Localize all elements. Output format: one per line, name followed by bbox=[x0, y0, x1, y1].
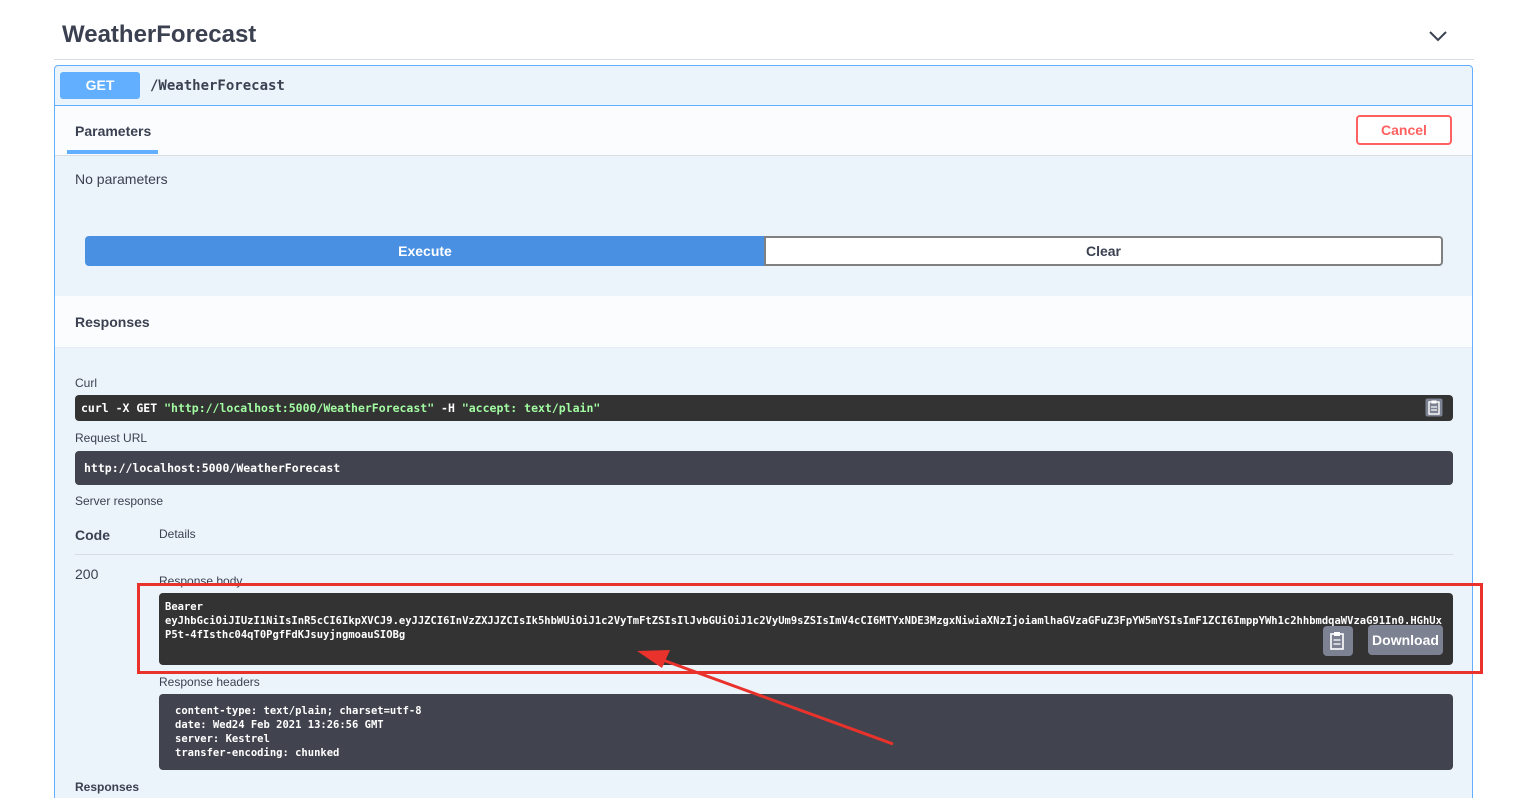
request-url-label: Request URL bbox=[75, 431, 148, 445]
section-title: WeatherForecast bbox=[62, 21, 257, 48]
download-button[interactable]: Download bbox=[1368, 625, 1443, 655]
curl-header: "accept: text/plain" bbox=[461, 401, 601, 415]
response-body-label: Response body bbox=[159, 574, 243, 588]
no-parameters-text: No parameters bbox=[75, 171, 168, 187]
response-headers: content-type: text/plain; charset=utf-8 … bbox=[159, 694, 1453, 770]
method-badge: GET bbox=[60, 72, 140, 99]
copy-icon bbox=[1330, 632, 1344, 650]
server-response-label: Server response bbox=[75, 494, 164, 508]
details-header: Details bbox=[159, 527, 196, 541]
code-header: Code bbox=[75, 527, 110, 543]
response-body-token: eyJhbGciOiJIUzI1NiIsInR5cCI6IkpXVCJ9.eyJ… bbox=[165, 615, 1442, 641]
responses-bar: Responses bbox=[55, 296, 1472, 348]
copy-icon[interactable] bbox=[1425, 398, 1443, 417]
curl-command[interactable]: curl -X GET "http://localhost:5000/Weath… bbox=[75, 395, 1453, 421]
response-header-line: transfer-encoding: chunked bbox=[175, 747, 340, 759]
execute-button[interactable]: Execute bbox=[85, 236, 765, 266]
tab-parameters[interactable]: Parameters bbox=[75, 123, 151, 139]
operation-block: GET /WeatherForecast Parameters Cancel N… bbox=[54, 65, 1473, 798]
operation-summary[interactable]: GET /WeatherForecast bbox=[55, 66, 1472, 106]
parameters-bar: Parameters Cancel bbox=[55, 106, 1472, 156]
section-header[interactable]: WeatherForecast bbox=[54, 14, 1474, 60]
chevron-down-icon[interactable] bbox=[1426, 24, 1450, 48]
curl-url: "http://localhost:5000/WeatherForecast" bbox=[164, 401, 435, 415]
response-header-line: date: Wed24 Feb 2021 13:26:56 GMT bbox=[175, 719, 384, 731]
cancel-button[interactable]: Cancel bbox=[1356, 115, 1452, 145]
curl-flag: -H bbox=[434, 401, 462, 415]
copy-response-button[interactable] bbox=[1323, 626, 1353, 656]
response-headers-label: Response headers bbox=[159, 675, 260, 689]
response-header-line: server: Kestrel bbox=[175, 733, 270, 745]
response-body-line: Bearer bbox=[165, 601, 203, 613]
divider bbox=[75, 554, 1453, 555]
responses-title: Responses bbox=[75, 314, 150, 330]
clear-button[interactable]: Clear bbox=[764, 236, 1443, 266]
request-url: http://localhost:5000/WeatherForecast bbox=[75, 451, 1453, 485]
operation-path: /WeatherForecast bbox=[150, 78, 285, 94]
responses-section-label: Responses bbox=[75, 780, 140, 794]
curl-cmd-prefix: curl -X GET bbox=[81, 401, 165, 415]
response-body: Bearer eyJhbGciOiJIUzI1NiIsInR5cCI6IkpXV… bbox=[159, 593, 1453, 665]
response-header-line: content-type: text/plain; charset=utf-8 bbox=[175, 705, 422, 717]
response-code: 200 bbox=[75, 566, 99, 582]
execute-wrapper: Execute Clear bbox=[85, 236, 1443, 266]
curl-label: Curl bbox=[75, 376, 98, 390]
tab-active-indicator bbox=[67, 150, 158, 154]
